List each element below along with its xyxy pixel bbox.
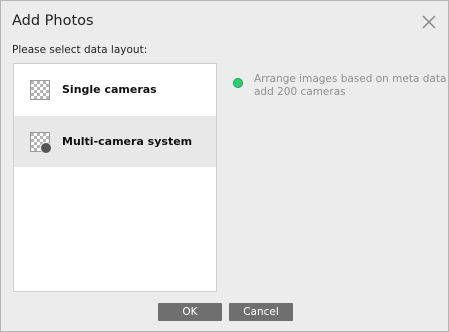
layout-list: Single cameras Multi-camera system xyxy=(13,63,217,292)
checker-icon xyxy=(30,79,50,100)
status-indicator-icon xyxy=(233,78,243,88)
status-line-count: add 200 cameras xyxy=(254,86,346,98)
status-text: Arrange images based on meta data add 20… xyxy=(254,73,446,99)
layout-item-single-cameras[interactable]: Single cameras xyxy=(14,64,216,115)
close-icon[interactable] xyxy=(420,13,438,31)
status-line-arrange: Arrange images based on meta data xyxy=(254,73,447,85)
dialog-title: Add Photos xyxy=(12,13,94,29)
ok-button[interactable]: OK xyxy=(158,303,222,321)
layout-status: Arrange images based on meta data add 20… xyxy=(233,73,446,99)
layout-prompt: Please select data layout: xyxy=(12,44,148,56)
checker-multi-icon xyxy=(30,131,52,154)
cancel-button[interactable]: Cancel xyxy=(229,303,293,321)
layout-item-multi-camera-system[interactable]: Multi-camera system xyxy=(14,116,216,167)
layout-item-label: Single cameras xyxy=(62,83,157,96)
layout-item-label: Multi-camera system xyxy=(62,135,193,148)
add-photos-dialog: Add Photos Please select data layout: Si… xyxy=(0,0,449,332)
